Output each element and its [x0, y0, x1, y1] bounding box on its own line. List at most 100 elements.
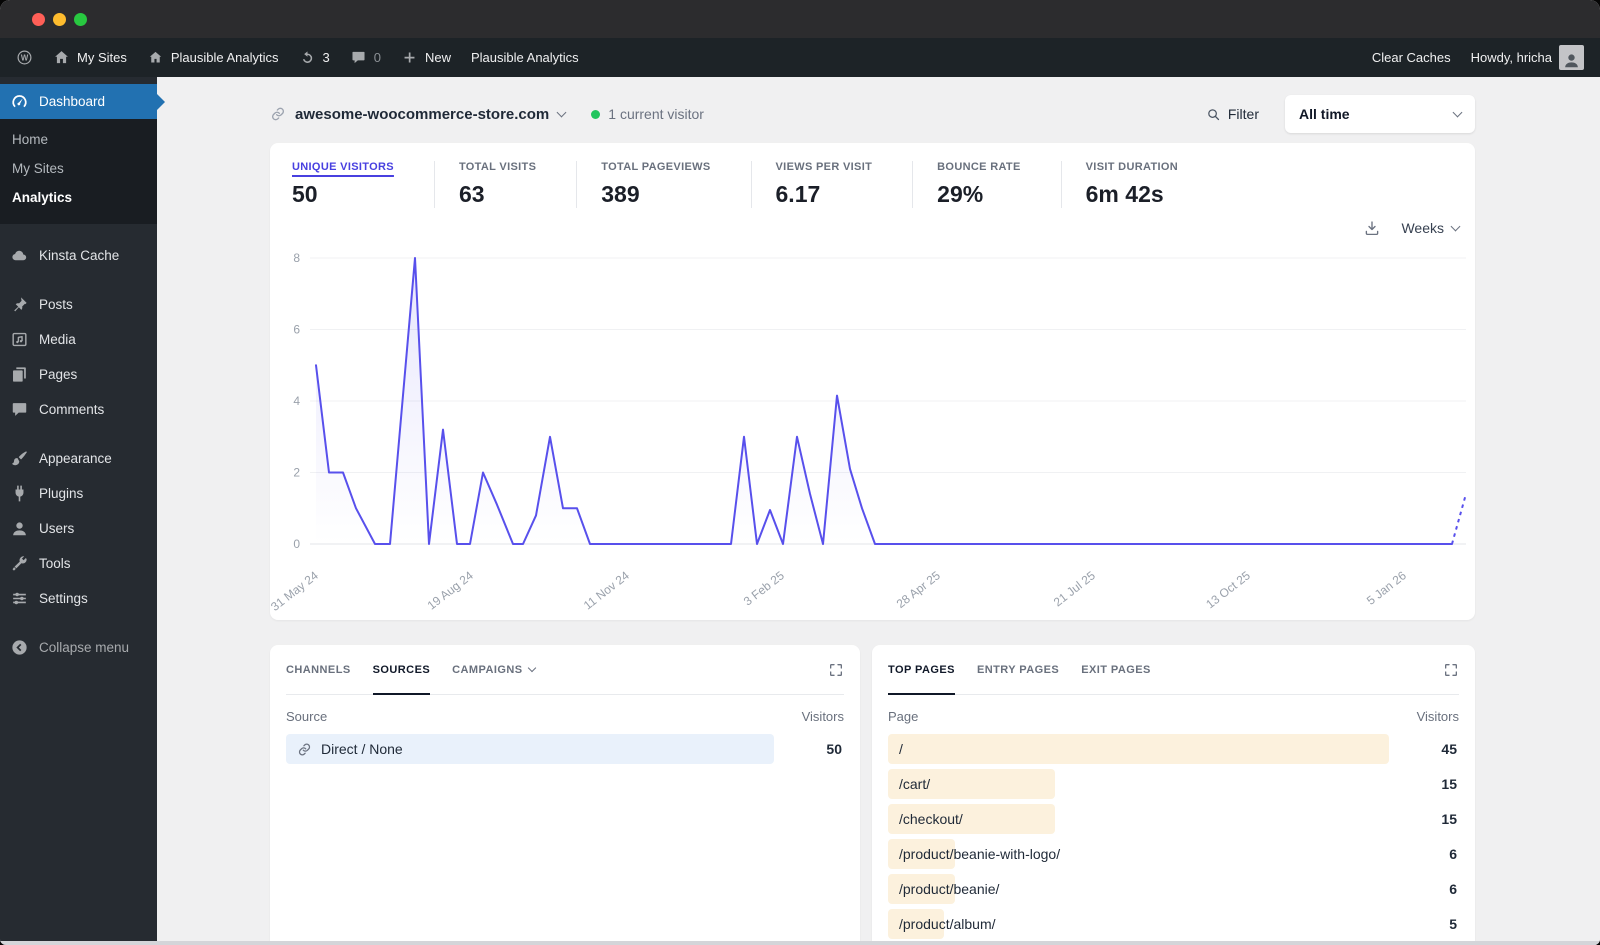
- page-row[interactable]: /product/beanie/6: [888, 874, 1459, 904]
- close-window-button[interactable]: [32, 13, 45, 26]
- sidebar-item-dashboard[interactable]: Dashboard: [0, 84, 165, 119]
- sidebar-item-posts[interactable]: Posts: [0, 287, 157, 322]
- stat-total-pageviews[interactable]: TOTAL PAGEVIEWS 389: [576, 161, 750, 208]
- row-value: 45: [1441, 741, 1457, 757]
- sidebar-item-plugins[interactable]: Plugins: [0, 476, 157, 511]
- row-label: /: [899, 741, 903, 757]
- wp-logo-menu[interactable]: W: [6, 38, 43, 77]
- menu-separator: [0, 616, 157, 630]
- minimize-window-button[interactable]: [53, 13, 66, 26]
- tab-label: EXIT PAGES: [1081, 663, 1151, 676]
- sidebar-item-media[interactable]: Media: [0, 322, 157, 357]
- visitors-column-label: Visitors: [801, 709, 844, 724]
- sidebar-item-users[interactable]: Users: [0, 511, 157, 546]
- filter-button[interactable]: Filter: [1206, 106, 1259, 122]
- wordpress-logo-icon: W: [16, 49, 33, 66]
- account-menu[interactable]: Howdy, hricha: [1461, 38, 1594, 77]
- updates-menu[interactable]: 3: [289, 38, 340, 77]
- page-row[interactable]: / 45: [888, 734, 1459, 764]
- svg-text:4: 4: [293, 394, 300, 408]
- site-home-menu[interactable]: Plausible Analytics: [137, 38, 289, 77]
- clear-caches-button[interactable]: Clear Caches: [1362, 38, 1461, 77]
- online-dot-icon: [591, 109, 601, 119]
- page-row[interactable]: /product/beanie-with-logo/6: [888, 839, 1459, 869]
- sources-column-headers: Source Visitors: [286, 695, 844, 734]
- admin-bar-spacer: [589, 38, 1362, 77]
- page-row[interactable]: /product/album/5: [888, 909, 1459, 939]
- tab-exit-pages[interactable]: EXIT PAGES: [1081, 645, 1151, 694]
- stat-visit-duration[interactable]: VISIT DURATION 6m 42s: [1060, 161, 1218, 208]
- sources-card: CHANNELS SOURCES CAMPAIGNS Source Visitors…: [270, 645, 860, 945]
- stat-label: UNIQUE VISITORS: [292, 161, 394, 173]
- plausible-analytics-menu[interactable]: Plausible Analytics: [461, 38, 589, 77]
- sidebar-subitem-analytics[interactable]: Analytics: [0, 183, 157, 212]
- fullscreen-window-button[interactable]: [74, 13, 87, 26]
- svg-text:28 Apr 25: 28 Apr 25: [894, 568, 943, 611]
- expand-icon[interactable]: [828, 662, 844, 678]
- stat-label: BOUNCE RATE: [937, 161, 1021, 173]
- link-icon: [297, 742, 312, 757]
- cloud-icon: [10, 246, 29, 265]
- plus-icon: [401, 49, 418, 66]
- dashboard-toolbar: awesome-woocommerce-store.com 1 current …: [270, 95, 1475, 133]
- stat-label: VIEWS PER VISIT: [775, 161, 873, 173]
- stat-label: VISIT DURATION: [1085, 161, 1179, 173]
- sidebar-item-appearance[interactable]: Appearance: [0, 441, 157, 476]
- stat-bounce-rate[interactable]: BOUNCE RATE 29%: [912, 161, 1060, 208]
- comments-menu[interactable]: 0: [340, 38, 391, 77]
- sidebar-item-settings[interactable]: Settings: [0, 581, 157, 616]
- svg-text:11 Nov 24: 11 Nov 24: [581, 568, 632, 612]
- row-label: /product/album/: [899, 916, 996, 932]
- date-range-select[interactable]: All time: [1285, 95, 1475, 133]
- tab-top-pages[interactable]: TOP PAGES: [888, 645, 955, 695]
- row-label: /product/beanie-with-logo/: [899, 846, 1061, 862]
- sidebar-item-collapse-menu[interactable]: Collapse menu: [0, 630, 157, 665]
- dashboard-icon: [10, 92, 29, 111]
- site-name: awesome-woocommerce-store.com: [295, 105, 550, 123]
- tab-entry-pages[interactable]: ENTRY PAGES: [977, 645, 1059, 694]
- sidebar-item-kinsta-cache[interactable]: Kinsta Cache: [0, 238, 157, 273]
- network-icon: [53, 49, 70, 66]
- sidebar-subitem-my-sites[interactable]: My Sites: [0, 154, 157, 183]
- tab-label: CHANNELS: [286, 663, 351, 676]
- chevron-down-icon: [1452, 107, 1463, 117]
- sidebar-subitem-home[interactable]: Home: [0, 125, 157, 154]
- sources-tabs: CHANNELS SOURCES CAMPAIGNS: [286, 645, 536, 695]
- stat-total-visits[interactable]: TOTAL VISITS 63: [433, 161, 576, 208]
- pages-tabs: TOP PAGES ENTRY PAGES EXIT PAGES: [888, 645, 1151, 695]
- sidebar-item-label: Plugins: [39, 486, 84, 501]
- expand-icon[interactable]: [1443, 662, 1459, 678]
- stat-label: TOTAL VISITS: [458, 161, 537, 173]
- media-icon: [10, 330, 29, 349]
- tab-channels[interactable]: CHANNELS: [286, 645, 351, 694]
- sidebar-item-comments[interactable]: Comments: [0, 392, 157, 427]
- page-row[interactable]: /checkout/15: [888, 804, 1459, 834]
- download-export-icon[interactable]: [1363, 219, 1381, 237]
- svg-text:W: W: [21, 53, 29, 62]
- source-row[interactable]: Direct / None 50: [286, 734, 844, 764]
- my-sites-menu[interactable]: My Sites: [43, 38, 137, 77]
- collapse-icon: [10, 638, 29, 657]
- plug-icon: [10, 484, 29, 503]
- chevron-down-icon: [556, 107, 567, 117]
- comments-bubble-icon: [350, 49, 367, 66]
- tab-sources[interactable]: SOURCES: [372, 645, 431, 695]
- stat-value: 389: [601, 181, 640, 207]
- svg-text:19 Aug 24: 19 Aug 24: [425, 568, 476, 613]
- current-visitors[interactable]: 1 current visitor: [591, 106, 704, 122]
- sidebar-item-label: Kinsta Cache: [39, 248, 120, 263]
- sidebar-item-tools[interactable]: Tools: [0, 546, 157, 581]
- stat-views-per-visit[interactable]: VIEWS PER VISIT 6.17: [750, 161, 913, 208]
- tab-campaigns[interactable]: CAMPAIGNS: [452, 645, 536, 694]
- tab-label: ENTRY PAGES: [976, 663, 1060, 676]
- stat-unique-visitors[interactable]: UNIQUE VISITORS 50: [292, 161, 434, 208]
- chevron-down-icon: [527, 663, 536, 672]
- user-icon: [10, 519, 29, 538]
- new-content-menu[interactable]: New: [391, 38, 461, 77]
- sidebar-item-pages[interactable]: Pages: [0, 357, 157, 392]
- interval-select[interactable]: Weeks: [1401, 220, 1461, 236]
- pages-column-headers: Page Visitors: [888, 695, 1459, 734]
- page-row[interactable]: /cart/15: [888, 769, 1459, 799]
- site-selector[interactable]: awesome-woocommerce-store.com: [270, 105, 567, 123]
- wrench-icon: [10, 554, 29, 573]
